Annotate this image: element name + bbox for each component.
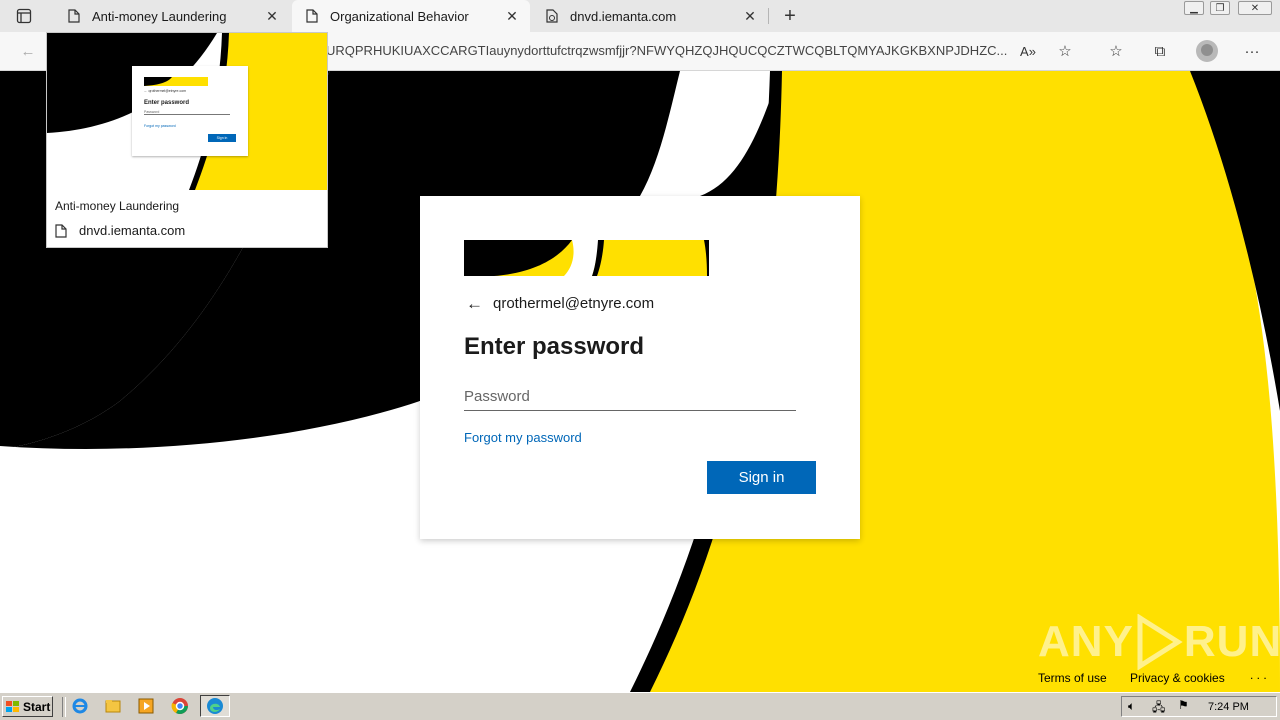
close-icon: ✕: [1250, 2, 1260, 14]
watermark-text-any: ANY: [1038, 617, 1134, 666]
internet-explorer-icon[interactable]: [71, 697, 89, 715]
read-aloud-button[interactable]: A»: [1018, 41, 1038, 61]
tab-actions-icon: [16, 8, 32, 24]
preview-title: Anti-money Laundering: [55, 199, 180, 213]
privacy-link[interactable]: Privacy & cookies: [1130, 671, 1225, 685]
page-title: Enter password: [464, 333, 645, 360]
tab-divider: [768, 8, 769, 24]
profile-avatar[interactable]: [1196, 40, 1218, 62]
company-logo: [464, 240, 709, 276]
close-icon[interactable]: ✕: [264, 8, 280, 24]
tab-organizational-behavior[interactable]: Organizational Behavior ✕: [292, 0, 530, 32]
tab-anti-money-laundering[interactable]: Anti-money Laundering ✕: [54, 0, 290, 32]
volume-icon[interactable]: 🔈︎: [1128, 699, 1135, 714]
close-icon[interactable]: ✕: [742, 8, 758, 24]
page-icon: [55, 223, 67, 238]
back-button[interactable]: ←: [466, 294, 486, 314]
action-center-flag-icon[interactable]: ⚑: [1178, 698, 1189, 712]
back-button[interactable]: ←: [18, 41, 38, 61]
collections-icon: ⧉: [1154, 42, 1166, 60]
page-icon: [306, 9, 318, 23]
preview-heading: Enter password: [144, 100, 190, 106]
star-add-icon: ☆: [1058, 43, 1072, 60]
start-label: Start: [23, 699, 51, 714]
media-player-icon[interactable]: [137, 697, 155, 715]
page-sync-icon: [546, 9, 558, 23]
preview-host: dnvd.iemanta.com: [79, 223, 186, 238]
tab-actions-button[interactable]: [16, 8, 32, 24]
collections-button[interactable]: ⧉: [1150, 41, 1170, 61]
edge-icon: [207, 698, 223, 714]
network-icon[interactable]: 🖧︎: [1152, 698, 1165, 719]
system-tray: [1121, 696, 1277, 717]
forgot-password-link[interactable]: Forgot my password: [464, 430, 582, 445]
restore-icon: ❐: [1215, 2, 1225, 14]
settings-more-button[interactable]: ···: [1242, 41, 1262, 61]
more-icon: ···: [1244, 42, 1260, 60]
tab-hover-preview[interactable]: ← qrothermel@etnyre.com Enter password P…: [46, 32, 328, 248]
add-favorite-button[interactable]: ☆: [1055, 41, 1075, 61]
play-logo-icon: [1137, 614, 1183, 670]
preview-signin: Sign in: [208, 134, 236, 142]
footer-more-button[interactable]: . . .: [1250, 668, 1267, 682]
clock[interactable]: 7:24 PM: [1208, 701, 1249, 713]
tab-dnvd-iemanta[interactable]: dnvd.iemanta.com ✕: [532, 0, 768, 32]
taskbar-separator: [62, 697, 66, 717]
edge-taskbar-button[interactable]: [200, 695, 230, 717]
chrome-icon[interactable]: [171, 697, 189, 715]
close-window-button[interactable]: ✕: [1238, 1, 1272, 15]
anyrun-watermark: ANY RUN: [1038, 614, 1280, 670]
back-arrow-icon: ←: [466, 294, 483, 313]
plus-icon: +: [784, 4, 796, 27]
minimize-icon: ▁: [1190, 2, 1198, 14]
preview-forgot: Forgot my password: [144, 124, 176, 128]
file-explorer-icon[interactable]: [104, 697, 122, 715]
preview-email: qrothermel@etnyre.com: [148, 89, 187, 93]
taskbar: Start 🔈︎ 🖧︎ ⚑ 7:24 PM: [0, 692, 1280, 720]
read-aloud-icon: A»: [1020, 43, 1036, 59]
terms-link[interactable]: Terms of use: [1038, 671, 1107, 685]
tab-label: dnvd.iemanta.com: [570, 8, 677, 24]
tab-label: Organizational Behavior: [330, 8, 469, 24]
signin-card: ← qrothermel@etnyre.com Enter password F…: [420, 196, 860, 539]
close-icon[interactable]: ✕: [504, 8, 520, 24]
start-button[interactable]: Start: [2, 696, 53, 717]
signin-button[interactable]: Sign in: [707, 461, 816, 494]
favorites-icon: ☆: [1109, 43, 1123, 60]
account-email: qrothermel@etnyre.com: [493, 295, 655, 312]
browser-tab-strip: Anti-money Laundering ✕ Organizational B…: [0, 0, 1280, 32]
preview-password: Password: [144, 110, 230, 115]
new-tab-button[interactable]: +: [778, 4, 802, 28]
windows-logo-icon: [6, 700, 19, 712]
preview-host-row: dnvd.iemanta.com: [55, 223, 185, 238]
password-input[interactable]: [464, 382, 796, 411]
minimize-button[interactable]: ▁: [1184, 1, 1204, 15]
restore-button[interactable]: ❐: [1210, 1, 1230, 15]
address-bar[interactable]: URQPRHUKIUAXCCARGTIauynydorttufctrqzwsmf…: [326, 43, 1010, 58]
tab-label: Anti-money Laundering: [92, 8, 227, 24]
back-arrow-icon: ←: [20, 42, 36, 60]
page-icon: [68, 9, 80, 23]
preview-thumbnail: ← qrothermel@etnyre.com Enter password P…: [47, 33, 327, 190]
favorites-button[interactable]: ☆: [1106, 41, 1126, 61]
watermark-text-run: RUN: [1183, 617, 1280, 666]
